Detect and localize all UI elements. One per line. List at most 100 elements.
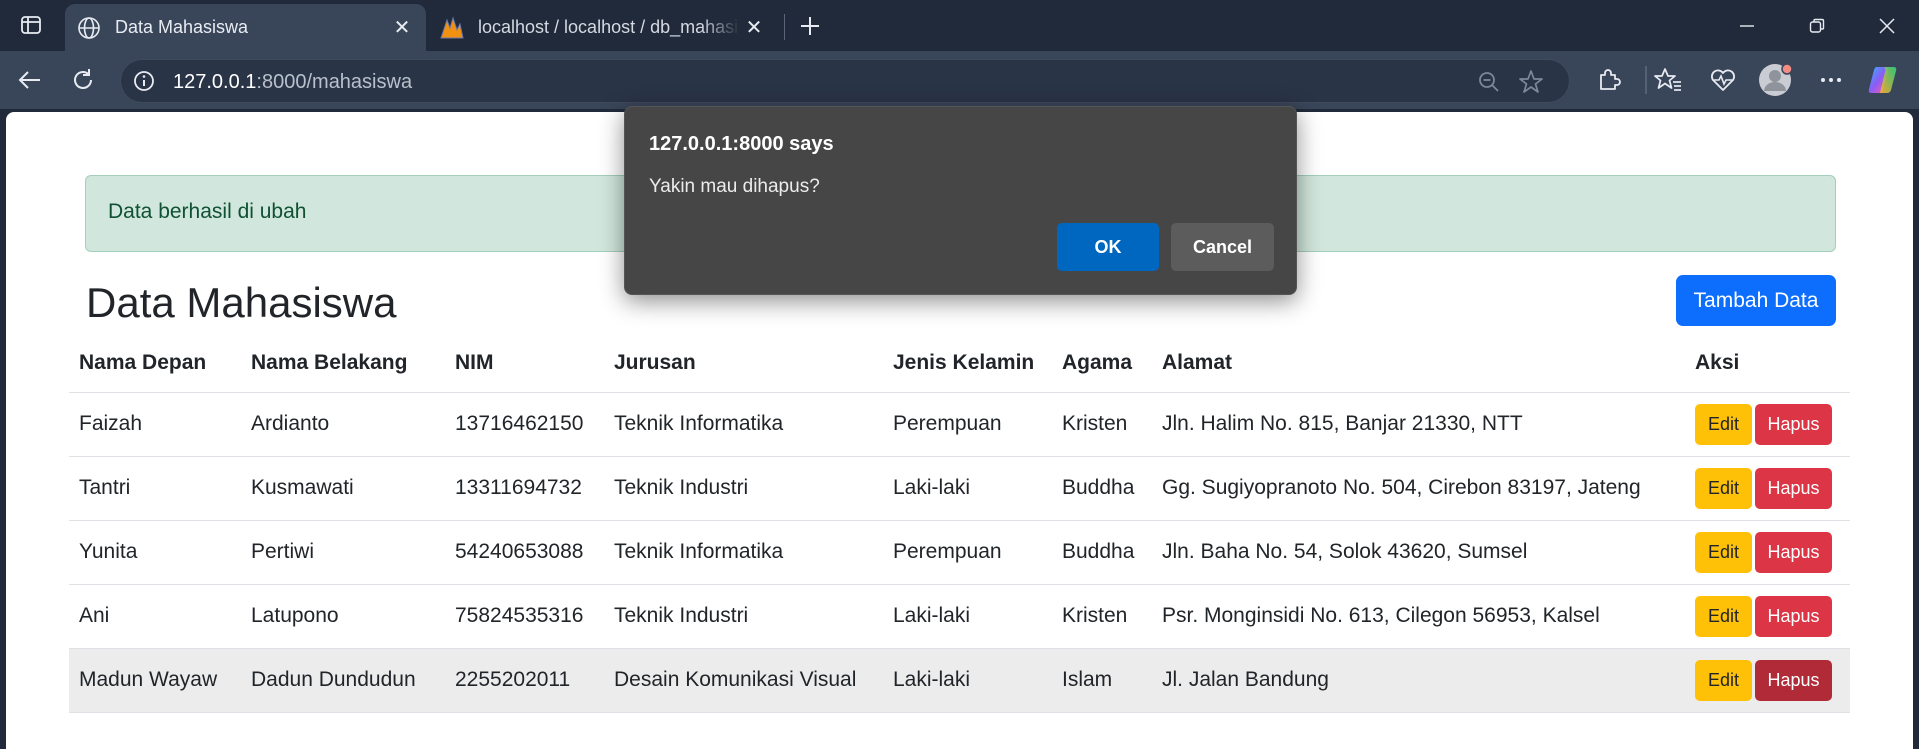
extensions-icon[interactable] <box>1588 61 1628 99</box>
cell-jenis-kelamin: Laki-laki <box>883 456 1052 521</box>
tab-data-mahasiswa[interactable]: Data Mahasiswa ✕ <box>65 4 426 51</box>
new-tab-icon[interactable] <box>792 8 828 44</box>
cell-nim: 13716462150 <box>445 392 604 457</box>
mahasiswa-table: Nama Depan Nama Belakang NIM Jurusan Jen… <box>69 334 1850 713</box>
cell-nama-depan: Ani <box>69 584 241 649</box>
edit-button[interactable]: Edit <box>1695 531 1752 573</box>
tab-actions-button[interactable] <box>12 10 50 40</box>
column-header: Jurusan <box>604 334 883 393</box>
cell-nim: 75824535316 <box>445 584 604 649</box>
cell-nama-belakang: Latupono <box>241 584 445 649</box>
favorite-star-icon[interactable] <box>1516 67 1546 97</box>
cell-jurusan: Teknik Industri <box>604 584 883 649</box>
cell-alamat: Gg. Sugiyopranoto No. 504, Cirebon 83197… <box>1152 456 1685 521</box>
column-header: Agama <box>1052 334 1152 393</box>
restore-icon[interactable] <box>1787 0 1847 51</box>
cell-agama: Kristen <box>1052 584 1152 649</box>
edit-button[interactable]: Edit <box>1695 659 1752 701</box>
cell-jenis-kelamin: Perempuan <box>883 392 1052 457</box>
cell-nama-depan: Yunita <box>69 520 241 585</box>
delete-button[interactable]: Hapus <box>1755 595 1832 637</box>
address-bar[interactable]: 127.0.0.1:8000/mahasiswa <box>120 59 1570 103</box>
tab-actions-icon <box>21 16 41 34</box>
globe-icon <box>75 14 103 42</box>
url-path: :8000/mahasiswa <box>256 71 413 93</box>
confirm-dialog: 127.0.0.1:8000 says Yakin mau dihapus? O… <box>624 106 1297 295</box>
cell-jenis-kelamin: Laki-laki <box>883 584 1052 649</box>
delete-button[interactable]: Hapus <box>1755 403 1832 445</box>
table-row: Ani Latupono 75824535316 Teknik Industri… <box>69 584 1850 649</box>
page-title: Data Mahasiswa <box>86 279 397 326</box>
delete-button[interactable]: Hapus <box>1755 531 1832 573</box>
cell-aksi: Edit Hapus <box>1685 392 1850 457</box>
more-options-icon[interactable] <box>1811 61 1851 99</box>
table-row: Faizah Ardianto 13716462150 Teknik Infor… <box>69 392 1850 457</box>
dialog-ok-button[interactable]: OK <box>1057 223 1159 271</box>
column-header: Alamat <box>1152 334 1685 393</box>
cell-agama: Buddha <box>1052 456 1152 521</box>
delete-button[interactable]: Hapus <box>1755 467 1832 509</box>
cell-nama-depan: Tantri <box>69 456 241 521</box>
tab-separator <box>784 14 785 40</box>
cell-jurusan: Teknik Industri <box>604 456 883 521</box>
cell-jurusan: Desain Komunikasi Visual <box>604 648 883 713</box>
cell-nim: 54240653088 <box>445 520 604 585</box>
cell-aksi: Edit Hapus <box>1685 648 1850 713</box>
edit-button[interactable]: Edit <box>1695 403 1752 445</box>
tab-title: localhost / localhost / db_mahasiswa <box>478 17 740 37</box>
minimize-icon[interactable] <box>1717 0 1777 51</box>
cell-alamat: Jln. Halim No. 815, Banjar 21330, NTT <box>1152 392 1685 457</box>
cell-nama-belakang: Kusmawati <box>241 456 445 521</box>
edit-button[interactable]: Edit <box>1695 595 1752 637</box>
column-header: Nama Belakang <box>241 334 445 393</box>
dialog-message: Yakin mau dihapus? <box>649 176 820 197</box>
close-tab-icon[interactable]: ✕ <box>388 14 416 42</box>
back-icon[interactable] <box>11 61 49 99</box>
close-window-icon[interactable] <box>1857 0 1917 51</box>
browser-essentials-icon[interactable] <box>1703 61 1743 99</box>
site-info-icon[interactable] <box>129 66 159 96</box>
tab-bar: Data Mahasiswa ✕ localhost / localhost /… <box>0 0 1919 51</box>
edit-button[interactable]: Edit <box>1695 467 1752 509</box>
phpmyadmin-icon <box>438 14 466 42</box>
cell-agama: Buddha <box>1052 520 1152 585</box>
url-text: 127.0.0.1:8000/mahasiswa <box>173 71 412 94</box>
profile-avatar[interactable] <box>1756 61 1796 99</box>
table-header-row: Nama Depan Nama Belakang NIM Jurusan Jen… <box>69 334 1850 393</box>
cell-agama: Islam <box>1052 648 1152 713</box>
cell-jenis-kelamin: Perempuan <box>883 520 1052 585</box>
tab-title: Data Mahasiswa <box>115 17 249 37</box>
toolbar-divider <box>1645 66 1647 94</box>
table-row: Tantri Kusmawati 13311694732 Teknik Indu… <box>69 456 1850 521</box>
cell-aksi: Edit Hapus <box>1685 584 1850 649</box>
cell-agama: Kristen <box>1052 392 1152 457</box>
cell-jurusan: Teknik Informatika <box>604 520 883 585</box>
zoom-out-icon[interactable] <box>1474 67 1504 97</box>
favorites-icon[interactable] <box>1648 61 1688 99</box>
delete-button[interactable]: Hapus <box>1755 659 1832 701</box>
dialog-cancel-button[interactable]: Cancel <box>1171 223 1274 271</box>
cell-nama-belakang: Dadun Dundudun <box>241 648 445 713</box>
url-host: 127.0.0.1 <box>173 71 257 93</box>
copilot-icon[interactable] <box>1863 61 1903 99</box>
cell-nama-belakang: Pertiwi <box>241 520 445 585</box>
cell-alamat: Jln. Baha No. 54, Solok 43620, Sumsel <box>1152 520 1685 585</box>
tab-phpmyadmin[interactable]: localhost / localhost / db_mahasiswa ✕ <box>428 4 778 51</box>
table-row: Madun Wayaw Dadun Dundudun 2255202011 De… <box>69 648 1850 713</box>
close-tab-icon[interactable]: ✕ <box>740 14 768 42</box>
cell-nim: 2255202011 <box>445 648 604 713</box>
column-header: Aksi <box>1685 334 1850 393</box>
column-header: NIM <box>445 334 604 393</box>
cell-jurusan: Teknik Informatika <box>604 392 883 457</box>
cell-nama-depan: Madun Wayaw <box>69 648 241 713</box>
cell-aksi: Edit Hapus <box>1685 520 1850 585</box>
refresh-icon[interactable] <box>64 61 102 99</box>
add-data-button[interactable]: Tambah Data <box>1676 275 1836 326</box>
dialog-title: 127.0.0.1:8000 says <box>649 133 834 155</box>
table-row: Yunita Pertiwi 54240653088 Teknik Inform… <box>69 520 1850 585</box>
cell-nim: 13311694732 <box>445 456 604 521</box>
cell-nama-belakang: Ardianto <box>241 392 445 457</box>
cell-jenis-kelamin: Laki-laki <box>883 648 1052 713</box>
cell-aksi: Edit Hapus <box>1685 456 1850 521</box>
cell-alamat: Jl. Jalan Bandung <box>1152 648 1685 713</box>
